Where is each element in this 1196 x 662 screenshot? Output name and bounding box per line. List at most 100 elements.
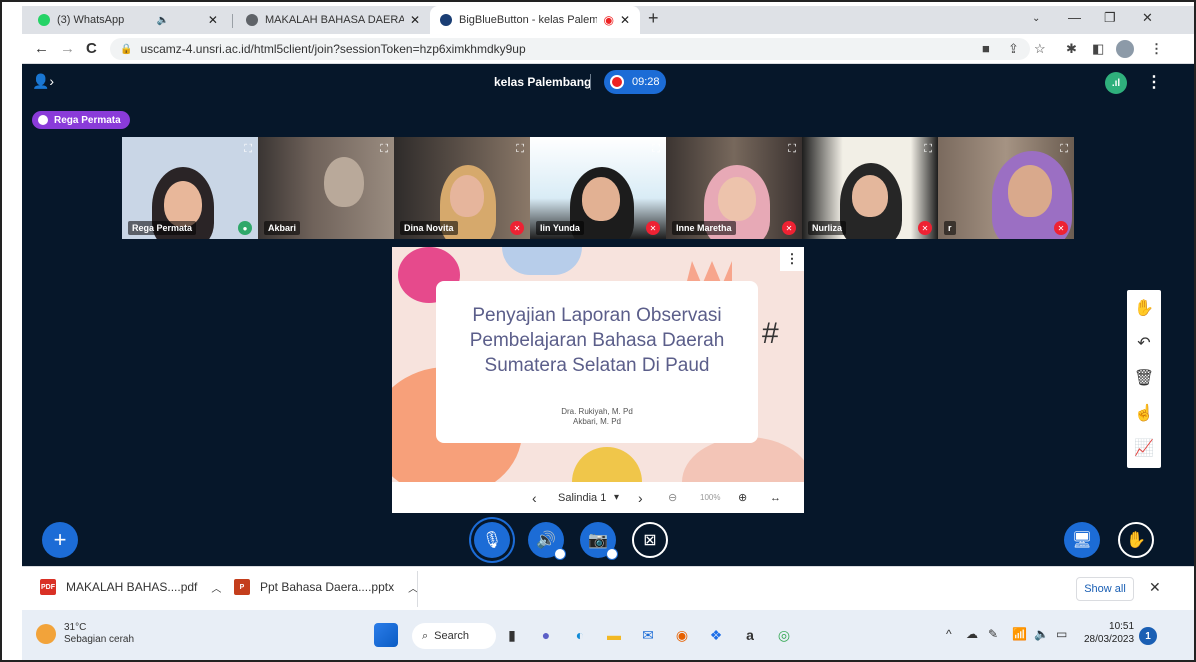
close-icon[interactable]: ✕ (404, 13, 420, 27)
fullscreen-icon[interactable]: ⛶ (1060, 143, 1068, 156)
fit-width-icon[interactable]: ↔ (770, 492, 781, 504)
address-bar[interactable]: 🔒 uscamz-4.unsri.ac.id/html5client/join?… (110, 38, 1030, 60)
taskbar-search[interactable]: ⌕ Search (412, 623, 496, 649)
clear-all-icon[interactable]: 🗑 (1127, 360, 1161, 395)
participant-name[interactable]: Akbari (264, 221, 301, 235)
fullscreen-icon[interactable]: ⛶ (788, 143, 796, 156)
close-icon[interactable]: ✕ (614, 13, 630, 27)
connection-status-icon[interactable]: .ıl (1105, 72, 1127, 94)
tab-search-icon[interactable]: ⌄ (1032, 13, 1040, 24)
video-tile[interactable]: ⛶ Nurliza ✕ (802, 137, 938, 239)
multi-user-icon[interactable]: ☝ (1127, 395, 1161, 430)
fullscreen-icon[interactable]: ⛶ (244, 143, 252, 156)
share-icon[interactable]: ⇪ (1008, 41, 1019, 57)
participant-name[interactable]: r (944, 221, 956, 235)
close-downloads-icon[interactable]: ✕ (1149, 579, 1161, 596)
user-list-toggle-icon[interactable]: 👤› (32, 73, 54, 90)
fullscreen-icon[interactable]: ⛶ (516, 143, 524, 156)
menu-icon[interactable]: ⋮ (1150, 41, 1163, 57)
slide-selector[interactable]: Salindia 1 (558, 492, 606, 504)
camera-options-icon[interactable] (606, 548, 618, 560)
downloads-bar: PDF MAKALAH BAHAS....pdf ︿ P Ppt Bahasa … (22, 566, 1194, 610)
weather-widget[interactable]: 31°C Sebagian cerah (36, 622, 134, 646)
mail-icon[interactable]: ✉ (636, 623, 660, 647)
camera-button[interactable]: 📷 (580, 522, 618, 560)
prev-slide-icon[interactable]: ‹ (532, 490, 537, 506)
video-tile[interactable]: ⛶ Akbari (258, 137, 394, 239)
show-all-button[interactable]: Show all (1076, 577, 1134, 601)
fullscreen-icon[interactable]: ⛶ (652, 143, 660, 156)
participant-name[interactable]: Dina Novita (400, 221, 458, 235)
actions-button[interactable]: + (42, 522, 78, 558)
teams-icon[interactable]: ● (534, 623, 558, 647)
chevron-up-icon[interactable]: ︿ (211, 580, 221, 595)
wifi-icon[interactable]: 📶 (1012, 627, 1027, 641)
tab-bigbluebutton[interactable]: BigBlueButton - kelas Palemb ◉ ✕ (430, 6, 640, 34)
fullscreen-icon[interactable]: ⛶ (380, 143, 388, 156)
extensions-icon[interactable]: ✱ (1066, 41, 1077, 57)
zoom-in-icon[interactable]: ⊕ (738, 491, 747, 504)
show-hidden-icons[interactable]: ^ (946, 627, 952, 641)
audio-options-icon[interactable] (554, 548, 566, 560)
windows-start-icon[interactable] (374, 623, 398, 647)
microphone-button[interactable]: 🎙 (474, 522, 510, 558)
address-toolbar: ← → C 🔒 uscamz-4.unsri.ac.id/html5client… (22, 34, 1194, 64)
audio-button[interactable]: 🔊 (528, 522, 566, 560)
network-app-icon[interactable]: ☁ (966, 627, 978, 641)
forward-icon[interactable]: → (60, 40, 75, 57)
talking-indicator[interactable]: Rega Permata (32, 111, 130, 129)
pan-tool-icon[interactable]: ✋ (1127, 290, 1161, 325)
notification-badge[interactable]: 1 (1139, 627, 1157, 645)
presentation-slide[interactable]: # Penyajian Laporan Observasi Pembelajar… (392, 247, 804, 513)
reload-icon[interactable]: C (86, 40, 97, 57)
participant-name[interactable]: Rega Permata (128, 221, 197, 235)
edge-icon[interactable]: ◐ (568, 623, 592, 647)
chrome-icon[interactable]: ◎ (772, 623, 796, 647)
video-tile[interactable]: ⛶ Iin Yunda ✕ (530, 137, 666, 239)
chevron-down-icon[interactable]: ▾ (614, 492, 619, 503)
speaker-icon[interactable]: 🔈 (157, 15, 169, 26)
camera-icon[interactable]: ■ (982, 41, 990, 56)
video-tile[interactable]: ⛶ Rega Permata ● (122, 137, 258, 239)
close-window-button[interactable]: ✕ (1142, 10, 1153, 26)
video-tile[interactable]: ⛶ Inne Maretha ✕ (666, 137, 802, 239)
video-tile[interactable]: ⛶ Dina Novita ✕ (394, 137, 530, 239)
volume-icon[interactable]: 🔈 (1034, 627, 1049, 641)
minimize-button[interactable]: — (1068, 10, 1081, 25)
tab-makalah[interactable]: MAKALAH BAHASA DAERAH KEL ✕ (236, 6, 430, 34)
next-slide-icon[interactable]: › (638, 490, 643, 506)
download-item[interactable]: P Ppt Bahasa Daera....pptx ︿ (234, 579, 418, 595)
amazon-icon[interactable]: a (738, 623, 762, 647)
profile-avatar[interactable] (1116, 40, 1134, 58)
participant-name[interactable]: Nurliza (808, 221, 847, 235)
system-clock[interactable]: 10:51 28/03/2023 (1084, 620, 1134, 646)
video-tile[interactable]: ⛶ r ✕ (938, 137, 1074, 239)
file-explorer-icon[interactable]: ▬ (602, 623, 626, 647)
participant-name[interactable]: Inne Maretha (672, 221, 736, 235)
participant-name[interactable]: Iin Yunda (536, 221, 584, 235)
firefox-icon[interactable]: ◉ (670, 623, 694, 647)
muted-mic-icon: ✕ (782, 221, 796, 235)
fullscreen-icon[interactable]: ⛶ (924, 143, 932, 156)
bookmark-star-icon[interactable]: ☆ (1034, 41, 1046, 57)
recording-indicator[interactable]: 09:28 (604, 70, 666, 94)
screen-share-button[interactable]: ⊠ (632, 522, 668, 558)
new-tab-button[interactable]: + (648, 8, 659, 29)
presentation-options-icon[interactable]: ⋮ (780, 247, 804, 271)
pen-icon[interactable]: ✎ (988, 627, 998, 641)
task-view-icon[interactable]: ▮ (500, 623, 524, 647)
dropbox-icon[interactable]: ❖ (704, 623, 728, 647)
presentation-toggle-button[interactable]: 🖥 (1064, 522, 1100, 558)
restore-button[interactable]: ❐ (1104, 10, 1116, 26)
tab-whatsapp[interactable]: (3) WhatsApp 🔈 ✕ (28, 6, 228, 34)
close-icon[interactable]: ✕ (202, 13, 218, 27)
undo-icon[interactable]: ↶ (1127, 325, 1161, 360)
raise-hand-button[interactable]: ✋ (1118, 522, 1154, 558)
download-item[interactable]: PDF MAKALAH BAHAS....pdf ︿ (40, 579, 221, 595)
back-icon[interactable]: ← (34, 40, 49, 57)
zoom-out-icon[interactable]: ⊖ (668, 491, 677, 504)
side-panel-icon[interactable]: ◧ (1092, 41, 1104, 57)
battery-icon[interactable]: ▭ (1056, 627, 1067, 641)
options-menu-icon[interactable]: ⋮ (1146, 72, 1162, 92)
poll-icon[interactable]: 📈 (1127, 430, 1161, 465)
